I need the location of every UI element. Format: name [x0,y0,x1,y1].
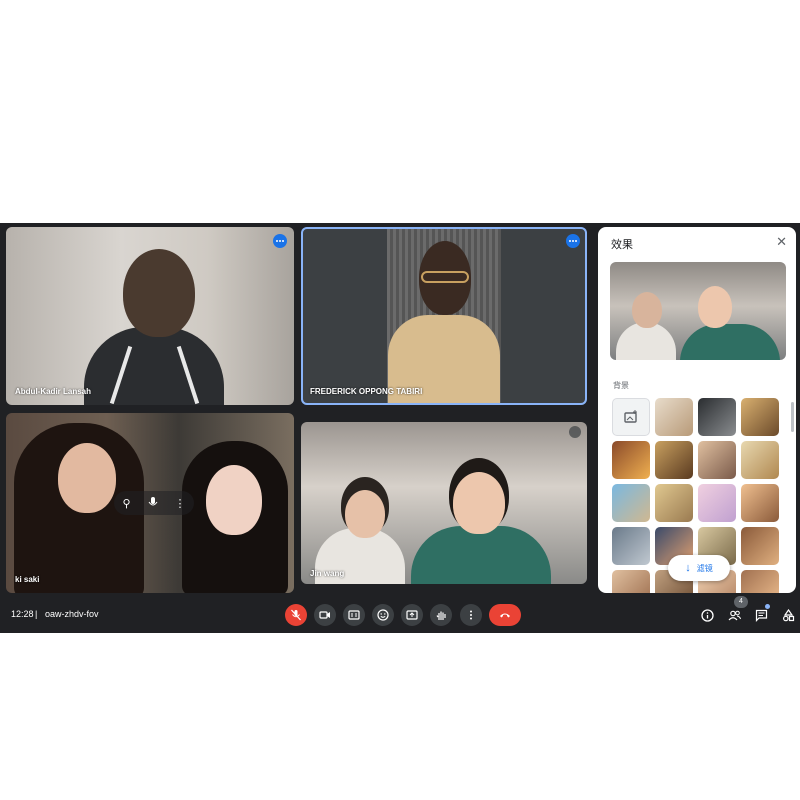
preview-face [632,292,662,328]
participant-torso [411,526,551,584]
pin-icon[interactable]: ⚲ [122,497,130,510]
preview-face [698,286,732,328]
more-options-icon[interactable] [273,234,287,248]
raise-hand-icon [436,611,446,620]
self-preview [610,262,786,360]
participant-face [58,443,116,513]
end-call-icon [500,613,510,618]
video-tile-ki-saki[interactable]: ⚲ ⋮ ki saki [6,413,294,593]
more-options-button[interactable] [460,604,482,626]
panel-scrollbar[interactable] [791,402,794,432]
participant-name: FREDERICK OPPONG TABIRI [310,387,423,396]
more-options-icon[interactable] [566,234,580,248]
participant-face [345,490,385,538]
add-background-button[interactable] [612,398,650,436]
background-option[interactable] [698,441,736,479]
background-option[interactable] [741,484,779,522]
participant-name: Jin wang [310,569,345,578]
bottom-toolbar: 12:28 | oaw-zhdv-fov [0,599,800,631]
download-arrow-icon: ↓ [685,562,691,574]
participant-video-figure [84,327,224,405]
background-option[interactable] [612,570,650,593]
background-option[interactable] [612,527,650,565]
meeting-code: oaw-zhdv-fov [45,609,99,619]
raise-hand-button[interactable] [430,604,452,626]
camera-icon [319,611,330,619]
background-section-label: 背景 [613,381,629,390]
people-button[interactable] [725,606,743,624]
filter-button-label: 滤镜 [696,563,713,573]
background-option[interactable] [741,441,779,479]
background-option[interactable] [741,570,779,593]
video-tile-frederick[interactable]: FREDERICK OPPONG TABIRI [301,227,587,405]
video-tile-abdul[interactable]: Abdul-Kadir Lansah [6,227,294,405]
people-icon [728,610,741,620]
separator: | [35,609,38,619]
participant-head [123,249,195,337]
background-option[interactable] [612,441,650,479]
background-option[interactable] [655,441,693,479]
background-option[interactable] [655,484,693,522]
tile-hover-controls: ⚲ ⋮ [114,491,194,515]
mic-off-icon [569,426,581,438]
info-icon [700,608,714,622]
background-option[interactable] [741,398,779,436]
activities-icon [782,608,794,621]
reactions-button[interactable] [372,604,394,626]
chat-icon [755,609,767,622]
panel-title: 效果 [611,239,633,251]
present-button[interactable] [401,604,423,626]
participant-name: Abdul-Kadir Lansah [15,387,92,396]
participant-name: ki saki [15,575,40,584]
present-icon [406,610,418,620]
add-photo-icon [624,410,637,423]
mic-toggle-button[interactable] [285,604,307,626]
effects-panel: 效果 ✕ 背景 ↓ 滤镜 [598,227,796,593]
mic-icon[interactable] [148,497,158,509]
background-option[interactable] [741,527,779,565]
background-option[interactable] [698,484,736,522]
mic-off-icon [291,609,301,621]
participant-face [453,472,505,534]
filter-button[interactable]: ↓ 滤镜 [668,555,730,581]
background-option[interactable] [698,398,736,436]
background-option[interactable] [655,398,693,436]
camera-toggle-button[interactable] [314,604,336,626]
meeting-info-button[interactable] [698,606,716,624]
participant-face [206,465,262,535]
participant-count-badge: 4 [734,596,748,608]
preview-figure [680,324,780,360]
activities-button[interactable] [779,606,797,624]
end-call-button[interactable] [489,604,521,626]
glasses [421,271,469,283]
more-vert-icon[interactable]: ⋮ [174,497,185,510]
background-option[interactable] [612,484,650,522]
captions-icon [348,610,360,620]
clock: 12:28 [11,609,34,619]
captions-button[interactable] [343,604,365,626]
more-vert-icon [470,610,472,620]
video-tile-jin-wang[interactable]: Jin wang [301,422,587,584]
chat-notification-dot [765,604,770,609]
close-icon[interactable]: ✕ [776,235,787,248]
emoji-icon [377,609,389,621]
